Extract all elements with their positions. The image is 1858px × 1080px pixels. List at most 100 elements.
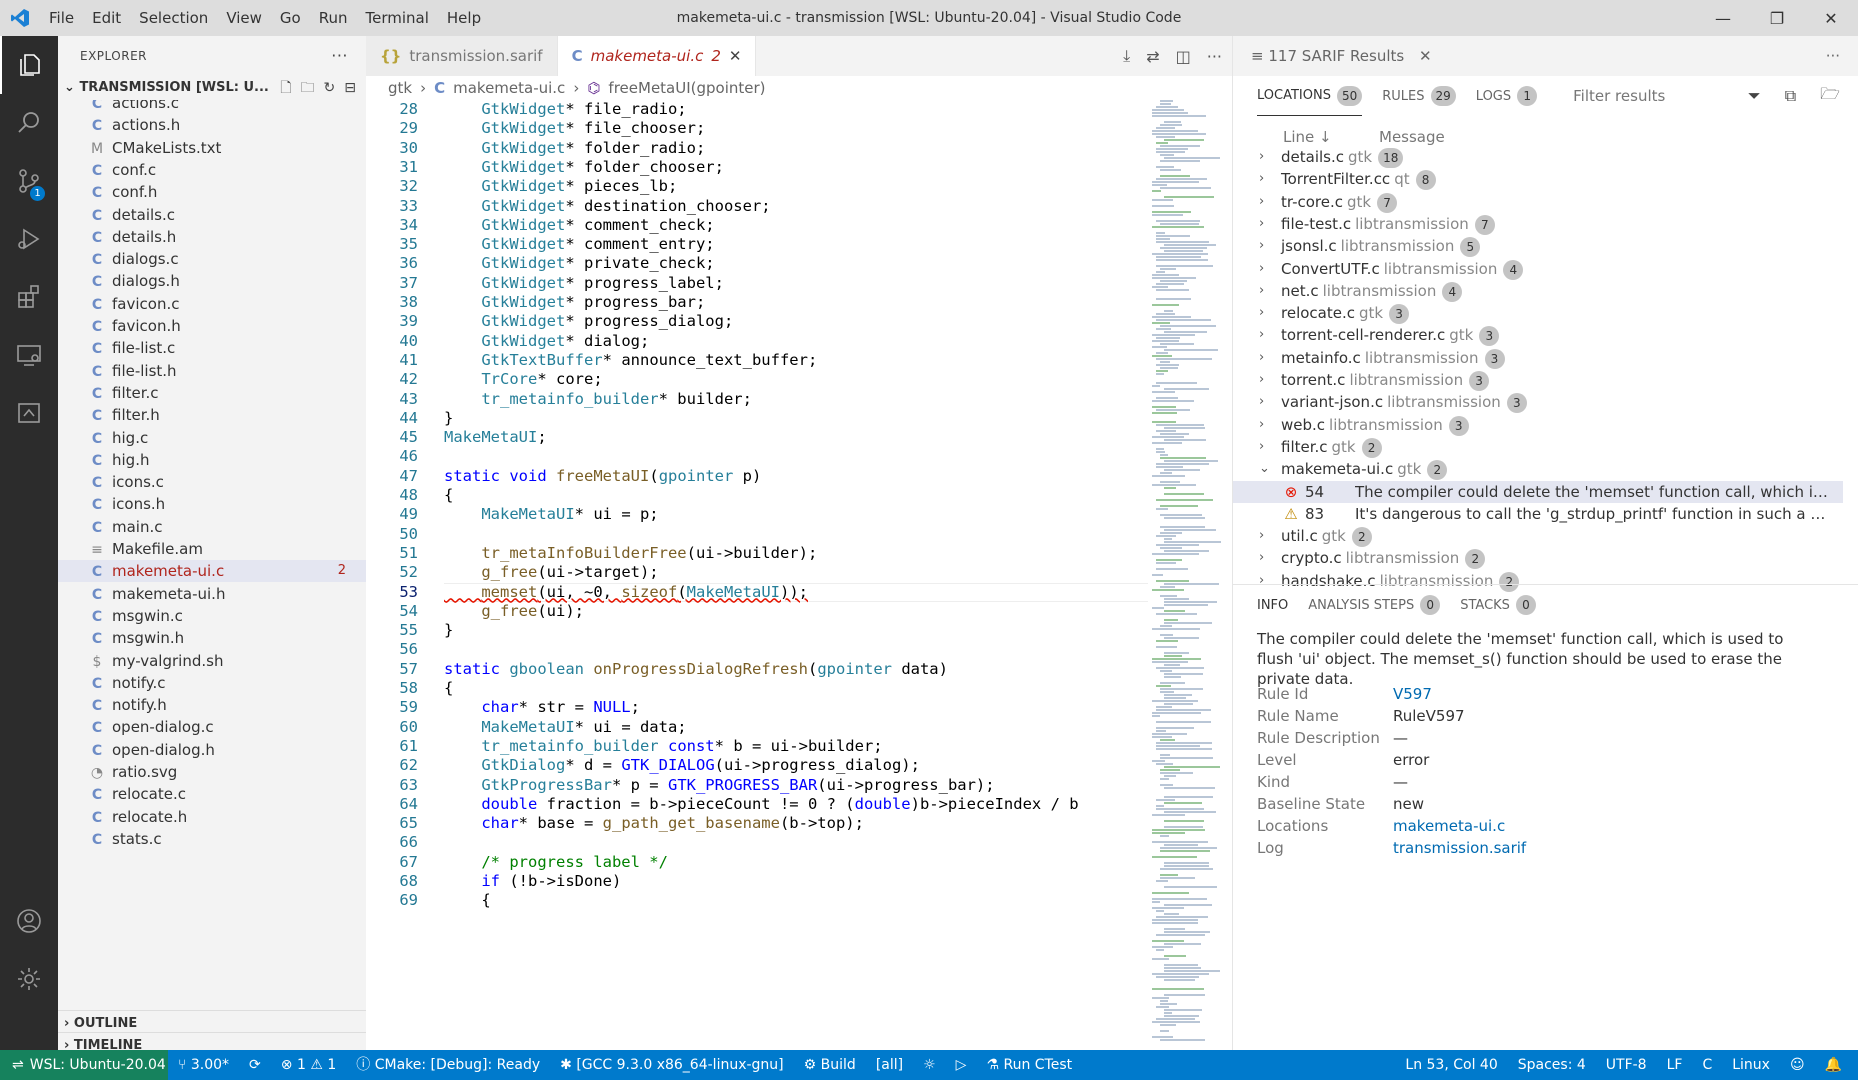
code-line[interactable]: }	[444, 409, 1144, 428]
tab-rules[interactable]: RULES 29	[1382, 76, 1456, 116]
run-ctest-button[interactable]: ⚗ Run CTest	[976, 1050, 1082, 1080]
code-line[interactable]: if (!b->isDone)	[444, 872, 1144, 891]
code-line[interactable]: GtkWidget* folder_chooser;	[444, 158, 1144, 177]
file-item[interactable]: M CMakeLists.txt	[58, 137, 366, 159]
location-group[interactable]: › crypto.c libtransmission 2	[1233, 547, 1843, 570]
run-icon[interactable]: ▷	[946, 1050, 977, 1080]
file-item[interactable]: Cfavicon.c	[58, 293, 366, 315]
location-group[interactable]: › relocate.c gtk 3	[1233, 302, 1843, 325]
code-line[interactable]	[444, 525, 1144, 544]
code-line[interactable]: GtkWidget* private_check;	[444, 254, 1144, 273]
code-line[interactable]: MakeMetaUI* ui = data;	[444, 718, 1144, 737]
collapse-all-icon[interactable]: ⧉	[1785, 86, 1796, 106]
new-folder-icon[interactable]: 🗀	[301, 76, 315, 100]
code-line[interactable]: char* base = g_path_get_basename(b->top)…	[444, 814, 1144, 833]
file-item[interactable]: ≡ Makefile.am	[58, 538, 366, 560]
code-line[interactable]: MakeMetaUI;	[444, 428, 1144, 447]
file-item[interactable]: Cmakemeta-ui.c 2	[58, 560, 366, 583]
code-line[interactable]: GtkWidget* progress_label;	[444, 274, 1144, 293]
code-line[interactable]: GtkTextBuffer* announce_text_buffer;	[444, 351, 1144, 370]
location-group[interactable]: › torrent.c libtransmission 3	[1233, 369, 1843, 391]
file-item[interactable]: Chig.c	[58, 427, 366, 449]
code-line[interactable]: memset(ui, ~0, sizeof(MakeMetaUI));	[444, 583, 1224, 602]
more-actions-icon[interactable]: ···	[1207, 47, 1222, 66]
breadcrumb-symbol[interactable]: freeMetaUI(gpointer)	[608, 76, 765, 100]
tab-locations[interactable]: LOCATIONS 50	[1257, 76, 1363, 116]
code-line[interactable]: {	[444, 891, 1144, 910]
tab-logs[interactable]: LOGS 1	[1476, 76, 1538, 116]
refresh-icon[interactable]: ↻	[324, 76, 336, 100]
code-line[interactable]: GtkProgressBar* p = GTK_PROGRESS_BAR(ui-…	[444, 776, 1144, 795]
location-group[interactable]: › tr-core.c gtk 7	[1233, 191, 1843, 213]
location-group[interactable]: › TorrentFilter.cc qt 8	[1233, 168, 1843, 191]
menu-file[interactable]: File	[40, 0, 83, 36]
compare-icon[interactable]: ⇄	[1146, 47, 1159, 66]
filter-results-input[interactable]: Filter results	[1573, 87, 1665, 105]
file-item[interactable]: Cfilter.c	[58, 382, 366, 404]
menu-help[interactable]: Help	[438, 0, 490, 36]
code-line[interactable]: GtkDialog* d = GTK_DIALOG(ui->progress_d…	[444, 756, 1144, 775]
location-group[interactable]: › file-test.c libtransmission 7	[1233, 213, 1843, 235]
tab-makemeta-ui-c[interactable]: C makemeta-ui.c 2 ✕	[557, 36, 757, 76]
location-group[interactable]: › variant-json.c libtransmission 3	[1233, 391, 1843, 414]
location-group[interactable]: › web.c libtransmission 3	[1233, 414, 1843, 436]
code-line[interactable]: {	[444, 486, 1144, 505]
tab-transmission-sarif[interactable]: {} transmission.sarif	[366, 36, 558, 76]
file-item[interactable]: Cactions.c	[58, 100, 366, 114]
split-editor-icon[interactable]: ◫	[1176, 47, 1191, 66]
source-control-icon[interactable]: 1	[0, 152, 58, 210]
location-group[interactable]: › details.c gtk 18	[1233, 146, 1843, 168]
location-group[interactable]: › filter.c gtk 2	[1233, 436, 1843, 458]
file-item[interactable]: Cicons.h	[58, 493, 366, 515]
code-line[interactable]	[444, 640, 1144, 659]
file-item[interactable]: Cdialogs.h	[58, 270, 366, 292]
code-editor[interactable]: 28 GtkWidget* file_radio; 29 GtkWidget* f…	[366, 100, 1232, 1050]
open-log-icon[interactable]: 🗁	[1820, 83, 1840, 110]
more-actions-icon[interactable]: ···	[331, 36, 348, 76]
result-row[interactable]: ⚠ 83 It's dangerous to call the 'g_strdup_…	[1233, 503, 1843, 525]
file-item[interactable]: Copen-dialog.h	[58, 739, 366, 761]
indentation[interactable]: Spaces: 4	[1508, 1050, 1596, 1080]
file-item[interactable]: Cmsgwin.c	[58, 605, 366, 627]
code-line[interactable]: {	[444, 679, 1144, 698]
file-item[interactable]: Cfile-list.c	[58, 337, 366, 359]
file-item[interactable]: Cmain.c	[58, 516, 366, 538]
menu-terminal[interactable]: Terminal	[357, 0, 438, 36]
location-group[interactable]: › ConvertUTF.c libtransmission 4	[1233, 258, 1843, 280]
file-item[interactable]: Cstats.c	[58, 828, 366, 850]
code-line[interactable]: GtkWidget* folder_radio;	[444, 139, 1144, 158]
result-row[interactable]: ⊗ 54 The compiler could delete the 'memset…	[1233, 480, 1843, 503]
file-item[interactable]: Cfavicon.h	[58, 315, 366, 337]
file-item[interactable]: Cdialogs.c	[58, 248, 366, 270]
close-window-icon[interactable]: ✕	[1804, 0, 1858, 36]
file-item[interactable]: Cmakemeta-ui.h	[58, 583, 366, 605]
location-group[interactable]: › jsonsl.c libtransmission 5	[1233, 235, 1843, 258]
menu-view[interactable]: View	[217, 0, 271, 36]
cmake-kit[interactable]: ✱ [GCC 9.3.0 x86_64-linux-gnu]	[550, 1050, 794, 1080]
tab-analysis-steps[interactable]: ANALYSIS STEPS 0	[1308, 595, 1441, 615]
code-line[interactable]: g_free(ui);	[444, 602, 1144, 621]
save-icon[interactable]: ⤓	[1123, 46, 1130, 66]
run-debug-icon[interactable]	[0, 210, 58, 268]
code-line[interactable]	[444, 833, 1144, 852]
code-line[interactable]: static gboolean onProgressDialogRefresh(…	[444, 660, 1144, 679]
file-item[interactable]: ◔ ratio.svg	[58, 761, 366, 783]
code-line[interactable]: GtkWidget* destination_chooser;	[444, 197, 1144, 216]
settings-gear-icon[interactable]	[0, 950, 58, 1008]
debug-icon[interactable]: ☼	[913, 1050, 946, 1080]
property-value[interactable]: makemeta-ui.c	[1393, 815, 1505, 837]
file-item[interactable]: Cdetails.h	[58, 226, 366, 248]
file-item[interactable]: Copen-dialog.c	[58, 716, 366, 738]
build-target[interactable]: [all]	[866, 1050, 913, 1080]
extensions-icon[interactable]	[0, 268, 58, 326]
file-item[interactable]: $ my-valgrind.sh	[58, 650, 366, 672]
location-group[interactable]: ⌄ makemeta-ui.c gtk 2	[1233, 458, 1843, 481]
file-item[interactable]: Cnotify.h	[58, 694, 366, 716]
workspace-header[interactable]: ⌄ TRANSMISSION [WSL: U... 🗋 🗀 ↻ ⊟	[58, 76, 366, 100]
encoding[interactable]: UTF-8	[1596, 1050, 1657, 1080]
tab-stacks[interactable]: STACKS 0	[1460, 595, 1536, 615]
file-item[interactable]: Cfile-list.h	[58, 360, 366, 382]
file-item[interactable]: Cdetails.c	[58, 204, 366, 226]
tab-info[interactable]: INFO	[1257, 598, 1288, 613]
close-tab-icon[interactable]: ✕	[729, 36, 742, 76]
